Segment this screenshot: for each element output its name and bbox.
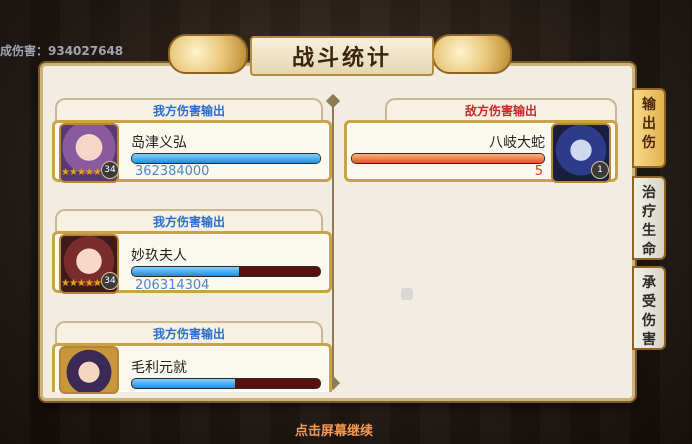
damage-bar-fill [132, 379, 236, 388]
tab-char: 疗 [642, 204, 656, 220]
ally-entry-card[interactable]: 34 ★★★★★ 妙玖夫人 206314304 [52, 231, 332, 294]
level-badge: 34 [101, 272, 119, 290]
damage-bar [131, 266, 321, 277]
level-badge: 1 [591, 161, 609, 179]
star-rating-icon: ★★★★★ [61, 167, 102, 178]
tab-char: 受 [642, 294, 656, 310]
damage-value: 362384000 [135, 164, 210, 179]
tab-char: 伤 [642, 313, 656, 329]
hero-name: 岛津义弘 [131, 135, 187, 151]
damage-value: 5 [534, 164, 543, 179]
damage-bar [351, 153, 545, 164]
cloud-ornament-icon [432, 34, 512, 74]
enemy-entry-card[interactable]: 1 八岐大蛇 5 [344, 120, 618, 183]
tab-char: 承 [642, 275, 656, 291]
ally-section-header: 我方伤害输出 [55, 209, 323, 233]
star-rating-icon: ★★★★★ [61, 278, 102, 289]
damage-bar [131, 378, 321, 389]
tab-char: 害 [642, 332, 656, 348]
damage-bar-fill [132, 267, 240, 276]
title-banner: 战斗统计 [160, 30, 520, 76]
tab-char: 命 [642, 242, 656, 258]
ally-entry-card[interactable]: 毛利元就 [52, 343, 332, 394]
tab-char: 出 [642, 116, 656, 132]
background-total-damage: 成伤害：934027648 [0, 44, 124, 58]
enemy-name: 八岐大蛇 [489, 135, 545, 151]
tab-healing[interactable]: 治 疗 生 命 [632, 176, 666, 260]
hero-name: 毛利元就 [131, 360, 187, 376]
ally-section-header: 我方伤害输出 [55, 98, 323, 122]
panel-title: 战斗统计 [291, 45, 392, 71]
battle-stats-panel: 我方伤害输出 34 ★★★★★ 岛津义弘 362384000 我方伤害输出 34… [40, 63, 635, 401]
hero-name: 妙玖夫人 [131, 248, 187, 264]
damage-bar-fill [352, 154, 544, 163]
enemy-section-header: 敌方伤害输出 [385, 98, 617, 122]
tab-damage-output[interactable]: 输 出 伤 [632, 88, 666, 168]
divider-top-cap [325, 93, 341, 109]
ally-section-header: 我方伤害输出 [55, 321, 323, 345]
ally-entry-card[interactable]: 34 ★★★★★ 岛津义弘 362384000 [52, 120, 332, 183]
tap-to-continue-hint[interactable]: 点击屏幕继续 [0, 420, 668, 439]
cursor-icon [401, 288, 413, 300]
cloud-ornament-icon [168, 34, 248, 74]
level-badge: 34 [101, 161, 119, 179]
tab-char: 输 [642, 97, 656, 113]
column-divider [332, 100, 334, 385]
hero-portrait [59, 346, 119, 394]
tab-char: 伤 [642, 135, 656, 151]
damage-bar-fill [132, 154, 320, 163]
tab-damage-taken[interactable]: 承 受 伤 害 [632, 266, 666, 350]
damage-bar [131, 153, 321, 164]
damage-value: 206314304 [135, 278, 210, 293]
tab-char: 治 [642, 185, 656, 201]
tab-char: 生 [642, 223, 656, 239]
